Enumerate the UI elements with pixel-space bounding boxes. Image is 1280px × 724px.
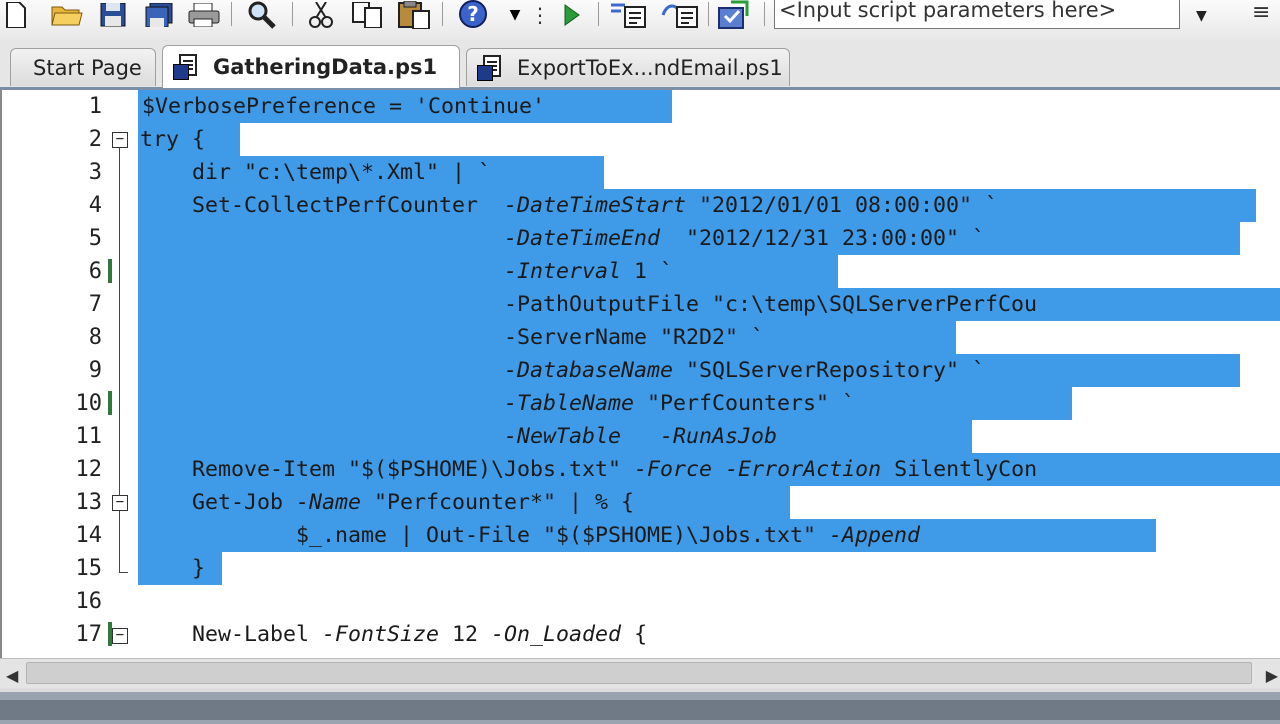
code-line: -DatabaseName "SQLServerRepository" ` bbox=[504, 358, 986, 383]
line-number: 14 bbox=[75, 523, 103, 548]
scroll-left-icon[interactable]: ◀ bbox=[6, 666, 18, 685]
powershell-file-icon bbox=[477, 54, 505, 81]
code-line: -ServerName "R2D2" ` bbox=[140, 325, 765, 350]
code-line: -PathOutputFile "c:\temp\SQLServerPerfCo… bbox=[140, 292, 1038, 317]
line-number: 16 bbox=[75, 589, 103, 614]
line-number: 9 bbox=[88, 358, 102, 383]
new-file-icon[interactable] bbox=[2, 0, 30, 30]
fold-end bbox=[119, 572, 128, 573]
line-number: 17 bbox=[75, 622, 103, 647]
toolbar-overflow-icon[interactable]: ≡ bbox=[1252, 0, 1270, 25]
svg-text:?: ? bbox=[467, 2, 479, 26]
toolbar-grip-icon: ⋮ bbox=[530, 3, 550, 27]
fold-guide bbox=[119, 148, 120, 504]
open-folder-icon[interactable] bbox=[50, 0, 84, 30]
fold-guide bbox=[119, 511, 120, 572]
line-number: 8 bbox=[88, 325, 102, 350]
fold-toggle-icon[interactable]: − bbox=[112, 495, 128, 511]
document-tab-bar: Start Page GatheringData.ps1 ExportToEx.… bbox=[0, 40, 1280, 90]
line-number: 2 bbox=[88, 127, 102, 152]
fold-toggle-icon[interactable]: − bbox=[112, 132, 128, 148]
line-number: 3 bbox=[88, 160, 102, 185]
code-line: Remove-Item "$($PSHOME)\Jobs.txt" -Force… bbox=[140, 457, 1038, 482]
cut-icon[interactable] bbox=[306, 0, 336, 30]
line-number: 7 bbox=[88, 292, 102, 317]
step-into-icon[interactable] bbox=[608, 0, 648, 30]
tab-label: ExportToEx...ndEmail.ps1 bbox=[517, 55, 783, 80]
line-number: 11 bbox=[75, 424, 103, 449]
script-editor[interactable]: 1 2 3 4 5 6 7 8 9 10 11 12 13 14 15 16 1… bbox=[0, 90, 1280, 658]
paste-icon[interactable] bbox=[396, 0, 432, 30]
tab-export-to-excel[interactable]: ExportToEx...ndEmail.ps1 bbox=[466, 48, 790, 86]
line-number-gutter: 1 2 3 4 5 6 7 8 9 10 11 12 13 14 15 16 1… bbox=[2, 90, 132, 658]
line-number: 4 bbox=[88, 193, 102, 218]
script-parameters-input[interactable]: <Input script parameters here> bbox=[774, 0, 1180, 29]
parameters-dropdown-icon[interactable]: ▼ bbox=[1196, 8, 1207, 24]
code-line: -DateTimeEnd "2012/12/31 23:00:00" ` bbox=[504, 226, 986, 251]
save-icon[interactable] bbox=[98, 0, 128, 30]
line-number: 13 bbox=[75, 490, 103, 515]
toolbar: ? ▼ ⋮ <Input script parameters here> ▼ ≡ bbox=[0, 0, 1280, 41]
code-line: Get-Job -Name "Perfcounter*" | % { bbox=[140, 490, 635, 515]
tab-label: Start Page bbox=[33, 55, 142, 80]
code-line: $_.name | Out-File "$($PSHOME)\Jobs.txt"… bbox=[140, 523, 921, 548]
tab-label: GatheringData.ps1 bbox=[213, 55, 438, 79]
code-line: try { bbox=[140, 127, 206, 152]
line-number: 6 bbox=[88, 259, 102, 284]
code-line: -TableName "PerfCounters" ` bbox=[504, 391, 856, 416]
line-number: 1 bbox=[88, 94, 102, 119]
step-over-icon[interactable] bbox=[660, 0, 700, 30]
code-line: } bbox=[140, 556, 206, 581]
print-icon[interactable] bbox=[188, 0, 220, 30]
scroll-right-icon[interactable]: ▶ bbox=[1266, 666, 1278, 685]
code-line: dir "c:\temp\*.Xml" | ` bbox=[140, 160, 492, 185]
save-all-icon[interactable] bbox=[144, 0, 176, 30]
code-line: -NewTable -RunAsJob bbox=[504, 424, 778, 449]
horizontal-scrollbar[interactable]: ◀ ▶ bbox=[0, 658, 1280, 689]
help-icon[interactable]: ? bbox=[456, 0, 490, 30]
line-number: 10 bbox=[75, 391, 103, 416]
command-pane-divider[interactable] bbox=[0, 688, 1280, 724]
code-line: New-Label -FontSize 12 -On_Loaded { bbox=[140, 622, 648, 647]
line-number: 5 bbox=[88, 226, 102, 251]
debug-icon[interactable] bbox=[716, 0, 752, 30]
code-line: Set-CollectPerfCounter -DateTimeStart "2… bbox=[140, 193, 999, 218]
powershell-file-icon bbox=[173, 54, 201, 80]
scrollbar-thumb[interactable] bbox=[26, 662, 1252, 684]
change-marker bbox=[108, 259, 112, 283]
toolbar-dropdown-icon[interactable]: ▼ bbox=[504, 0, 526, 30]
code-line: $VerbosePreference = 'Continue' bbox=[142, 94, 546, 119]
line-number: 15 bbox=[75, 556, 103, 581]
fold-toggle-icon[interactable]: − bbox=[112, 628, 128, 644]
line-number: 12 bbox=[75, 457, 103, 482]
change-marker bbox=[108, 391, 112, 415]
run-script-icon[interactable] bbox=[558, 0, 586, 30]
find-icon[interactable] bbox=[245, 0, 279, 30]
copy-icon[interactable] bbox=[350, 0, 384, 30]
code-line: -Interval 1 ` bbox=[504, 259, 674, 284]
tab-start-page[interactable]: Start Page bbox=[10, 48, 156, 86]
tab-gathering-data[interactable]: GatheringData.ps1 bbox=[162, 45, 460, 88]
